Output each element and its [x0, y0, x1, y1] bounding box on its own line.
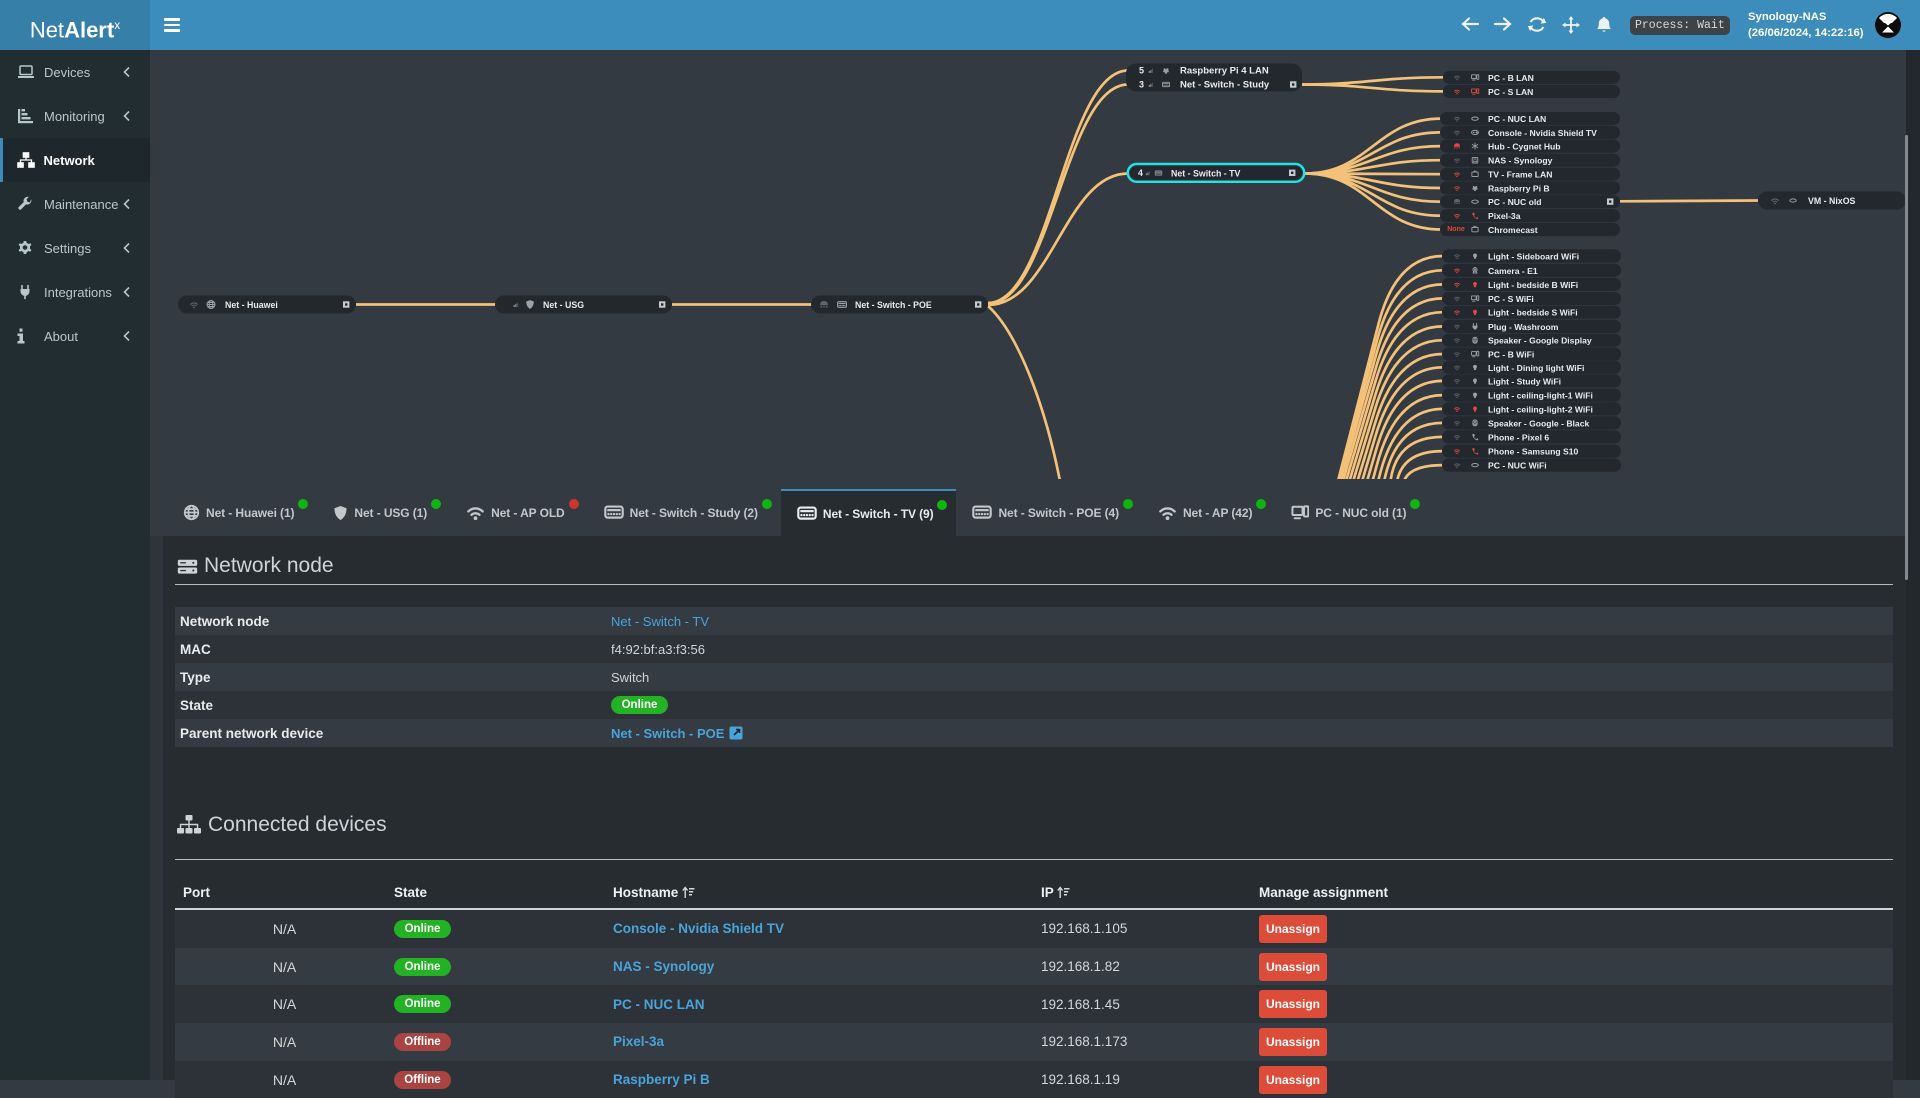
- svg-text:Light - Study WiFi: Light - Study WiFi: [1488, 376, 1561, 386]
- svg-text:Light - bedside S WiFi: Light - bedside S WiFi: [1488, 308, 1578, 318]
- svg-text:5: 5: [1139, 66, 1144, 76]
- svg-text:PC - NUC WiFi: PC - NUC WiFi: [1488, 461, 1547, 471]
- svg-text:Light - Sideboard WiFi: Light - Sideboard WiFi: [1488, 252, 1579, 262]
- svg-text:Light - Dining light WiFi: Light - Dining light WiFi: [1488, 363, 1584, 373]
- svg-text:Chromecast: Chromecast: [1488, 225, 1538, 235]
- svg-text:Camera - E1: Camera - E1: [1488, 266, 1538, 276]
- svg-text:None: None: [1447, 226, 1465, 233]
- svg-text:Net - Switch - Study: Net - Switch - Study: [1180, 80, 1270, 91]
- svg-text:Plug - Washroom: Plug - Washroom: [1488, 322, 1559, 332]
- svg-text:Net - Switch - POE: Net - Switch - POE: [855, 300, 932, 310]
- svg-text:Phone - Samsung S10: Phone - Samsung S10: [1488, 447, 1578, 457]
- svg-text:Raspberry Pi 4 LAN: Raspberry Pi 4 LAN: [1180, 66, 1269, 77]
- svg-text:Console - Nvidia Shield TV: Console - Nvidia Shield TV: [1488, 128, 1597, 138]
- svg-text:PC - NUC LAN: PC - NUC LAN: [1488, 114, 1546, 124]
- svg-text:PC - S WiFi: PC - S WiFi: [1488, 294, 1534, 304]
- svg-text:NAS - Synology: NAS - Synology: [1488, 156, 1553, 166]
- svg-text:Net - USG: Net - USG: [543, 300, 584, 310]
- svg-text:Raspberry Pi B: Raspberry Pi B: [1488, 184, 1550, 194]
- svg-text:Hub - Cygnet Hub: Hub - Cygnet Hub: [1488, 142, 1561, 152]
- svg-text:3: 3: [1139, 80, 1144, 90]
- svg-text:Speaker - Google - Black: Speaker - Google - Black: [1488, 418, 1589, 428]
- svg-text:Net - Switch - TV: Net - Switch - TV: [1171, 168, 1241, 178]
- svg-text:VM - NixOS: VM - NixOS: [1808, 196, 1856, 206]
- svg-text:Light - ceiling-light-2 WiFi: Light - ceiling-light-2 WiFi: [1488, 404, 1593, 414]
- svg-text:Phone - Pixel 6: Phone - Pixel 6: [1488, 432, 1549, 442]
- svg-text:Net - Huawei: Net - Huawei: [225, 300, 278, 310]
- svg-text:PC - NUC old: PC - NUC old: [1488, 197, 1541, 207]
- svg-text:TV - Frame LAN: TV - Frame LAN: [1488, 170, 1552, 180]
- svg-text:Light - ceiling-light-1 WiFi: Light - ceiling-light-1 WiFi: [1488, 391, 1593, 401]
- svg-text:4: 4: [1138, 168, 1143, 178]
- svg-text:Speaker - Google Display: Speaker - Google Display: [1488, 336, 1592, 346]
- svg-text:Light - bedside B WiFi: Light - bedside B WiFi: [1488, 280, 1578, 290]
- svg-text:Pixel-3a: Pixel-3a: [1488, 211, 1521, 221]
- svg-text:PC - S LAN: PC - S LAN: [1488, 87, 1533, 97]
- svg-text:PC - B LAN: PC - B LAN: [1488, 73, 1534, 83]
- svg-text:PC - B WiFi: PC - B WiFi: [1488, 350, 1534, 360]
